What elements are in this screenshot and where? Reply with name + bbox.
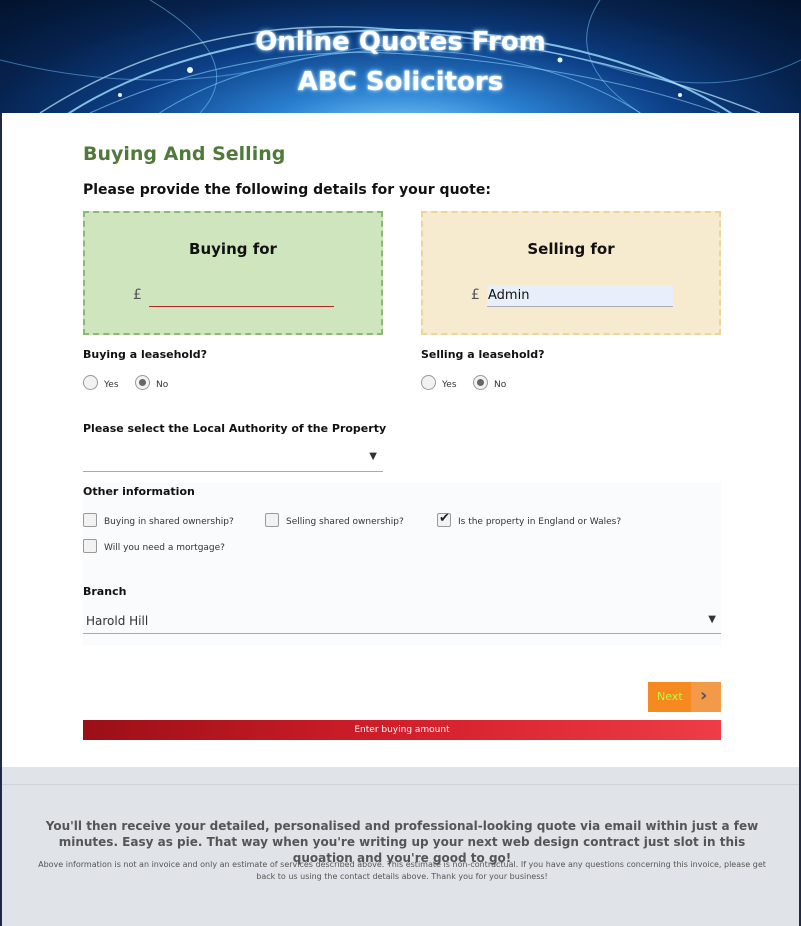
header-banner: Online Quotes From ABC Solicitors: [0, 0, 801, 113]
footer-disclaimer: Above information is not an invoice and …: [38, 860, 766, 881]
shared-ownership-buying-label: Buying in shared ownership?: [104, 517, 234, 527]
selling-currency-symbol: £: [471, 287, 480, 303]
buying-leasehold-no-radio[interactable]: [135, 375, 150, 390]
site-title-line1: Online Quotes From: [255, 27, 546, 57]
branch-value: Harold Hill: [86, 614, 149, 628]
validation-error-bar: Enter buying amount: [83, 720, 721, 740]
local-authority-label: Please select the Local Authority of the…: [83, 422, 387, 435]
selling-panel: Selling for £: [421, 211, 721, 335]
selling-leasehold-no-label: No: [494, 380, 507, 390]
shared-ownership-selling-checkbox[interactable]: [265, 513, 279, 527]
buying-title: Buying for: [189, 240, 277, 258]
chevron-down-icon: ▼: [708, 614, 716, 625]
england-wales-checkbox[interactable]: [437, 511, 451, 527]
buying-leasehold-no-label: No: [156, 380, 169, 390]
next-button[interactable]: Next ›: [648, 682, 721, 712]
england-wales-label: Is the property in England or Wales?: [458, 517, 622, 527]
instructions-text: Please provide the following details for…: [83, 182, 491, 198]
selling-leasehold-label: Selling a leasehold?: [421, 348, 545, 361]
site-title: Online Quotes From ABC Solicitors: [0, 22, 801, 102]
buying-leasehold-label: Buying a leasehold?: [83, 348, 208, 361]
mortgage-label: Will you need a mortgage?: [104, 543, 225, 553]
selling-amount-input[interactable]: [487, 285, 673, 307]
buying-amount-input[interactable]: [149, 285, 334, 307]
shared-ownership-selling-label: Selling shared ownership?: [286, 517, 404, 527]
buying-currency-symbol: £: [133, 287, 142, 303]
shared-ownership-buying-checkbox[interactable]: [83, 513, 97, 527]
selling-leasehold-no-radio[interactable]: [473, 375, 488, 390]
site-title-line2: ABC Solicitors: [297, 67, 504, 97]
mortgage-checkbox[interactable]: [83, 539, 97, 553]
buying-leasehold-yes-radio[interactable]: [83, 375, 98, 390]
selling-title: Selling for: [527, 240, 615, 258]
buying-panel: Buying for £: [83, 211, 383, 335]
local-authority-select[interactable]: ▼: [83, 446, 383, 472]
branch-label: Branch: [83, 585, 127, 598]
chevron-right-icon: ›: [700, 685, 708, 706]
selling-leasehold-yes-radio[interactable]: [421, 375, 436, 390]
selling-leasehold-yes-label: Yes: [442, 380, 457, 390]
buying-leasehold-yes-label: Yes: [104, 380, 119, 390]
next-button-label: Next: [657, 690, 683, 703]
footer-divider: [2, 784, 799, 785]
next-arrow-box: ›: [691, 682, 721, 712]
other-information-label: Other information: [83, 485, 195, 498]
chevron-down-icon: ▼: [369, 451, 377, 462]
branch-select[interactable]: Harold Hill ▼: [83, 610, 721, 634]
section-title: Buying And Selling: [83, 143, 286, 165]
